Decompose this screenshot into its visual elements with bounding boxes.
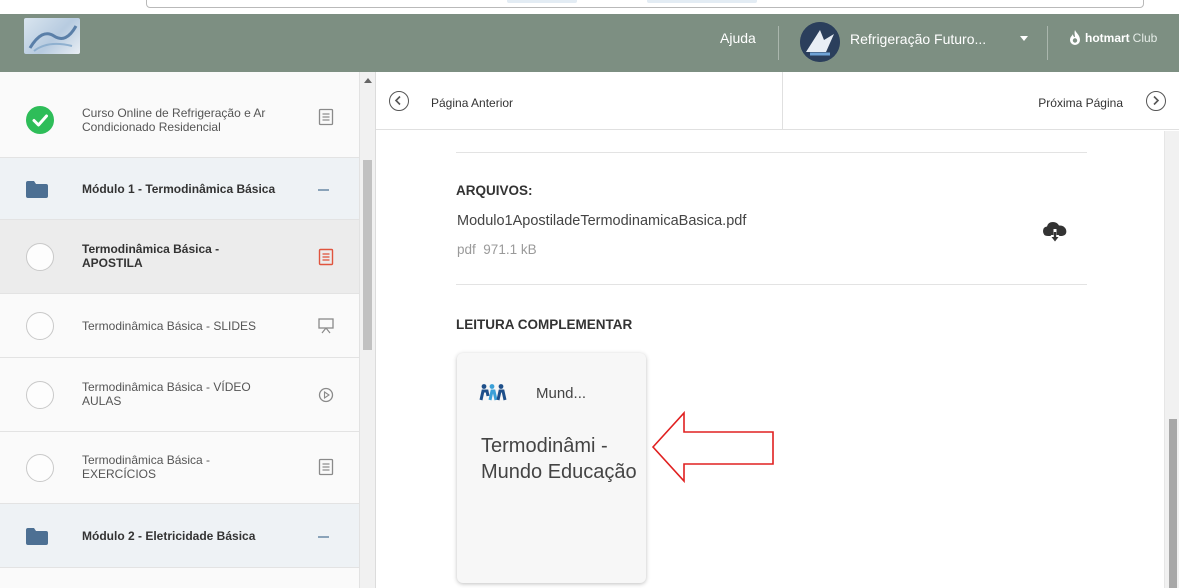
browser-address-bar-strip [0,0,1179,14]
lesson-item[interactable]: Termodinâmica Básica - VÍDEO AULAS [0,358,359,432]
content-scrollbar[interactable] [1164,131,1179,588]
account-avatar[interactable] [800,22,840,62]
incomplete-status-icon [26,381,54,409]
lesson-title: Termodinâmica Básica - VÍDEO AULAS [82,380,251,408]
brand-name: hotmart [1085,31,1130,45]
next-page-button[interactable]: Próxima Página [782,72,1179,130]
folder-icon [26,528,48,545]
file-meta: pdf 971.1 kB [457,242,537,257]
cloud-download-icon[interactable] [1042,220,1068,244]
previous-page-label: Página Anterior [431,96,514,110]
module-header[interactable]: Módulo 2 - Eletricidade Básica [0,504,359,568]
collapse-icon[interactable] [318,536,329,538]
site-name: Mund... [536,385,587,402]
chevron-left-icon [389,91,409,111]
lesson-title: Termodinâmica Básica - APOSTILA [82,242,220,270]
sidebar-scrollbar[interactable] [359,72,375,588]
lesson-item[interactable]: Curso Online de Refrigeração e Ar Condic… [0,72,359,158]
collapse-icon[interactable] [318,189,329,191]
lesson-item-active[interactable]: Termodinâmica Básica - APOSTILA [0,220,359,294]
chevron-down-icon[interactable] [1020,36,1028,41]
divider [778,26,779,60]
document-icon [318,458,334,476]
lesson-title: Curso Online de Refrigeração e Ar Condic… [82,106,266,134]
module-title: Módulo 2 - Eletricidade Básica [82,529,256,543]
play-icon [318,387,334,403]
incomplete-status-icon [26,312,54,340]
scrollbar-thumb[interactable] [363,160,372,350]
help-link[interactable]: Ajuda [720,30,756,46]
folder-icon [26,181,48,198]
lesson-sidebar: Curso Online de Refrigeração e Ar Condic… [0,72,359,588]
address-bar[interactable] [146,0,1144,8]
previous-page-button[interactable]: Página Anterior [376,72,781,130]
next-page-label: Próxima Página [1038,96,1123,110]
hotmart-club-logo[interactable]: hotmart Club [1068,30,1157,46]
lesson-title: Termodinâmica Básica - SLIDES [82,319,257,333]
link-card-title: Termodinâmi - Mundo Educação [481,435,637,483]
lesson-title: Termodinâmica Básica - EXERCÍCIOS [82,453,211,481]
chevron-right-icon [1146,91,1166,111]
file-name[interactable]: Modulo1ApostiladeTermodinamicaBasica.pdf [457,213,746,229]
lesson-content: ARQUIVOS: Modulo1ApostiladeTermodinamica… [376,131,1164,588]
brand-suffix: Club [1132,31,1158,45]
file-type: pdf [457,242,476,257]
lesson-item[interactable]: Termodinâmica Básica - EXERCÍCIOS [0,432,359,504]
incomplete-status-icon [26,243,54,271]
course-logo[interactable] [24,18,80,54]
files-section-title: ARQUIVOS: [456,183,533,198]
module-title: Módulo 1 - Termodinâmica Básica [82,182,276,196]
account-name[interactable]: Refrigeração Futuro... [850,31,986,47]
lesson-item[interactable]: Termodinâmica Básica - SLIDES [0,294,359,358]
lesson-pager: Página Anterior Próxima Página [376,72,1179,130]
top-navigation-bar: Ajuda Refrigeração Futuro... hotmart Clu… [0,14,1179,72]
completed-check-icon [26,106,54,134]
divider [456,152,1087,153]
document-icon [318,108,334,126]
flame-icon [1070,30,1080,45]
scrollbar-thumb[interactable] [1169,419,1177,588]
link-preview-card[interactable]: Mund... Termodinâmi - Mundo Educação [457,353,646,583]
site-favicon-icon [479,384,507,401]
incomplete-status-icon [26,454,54,482]
document-icon [318,248,334,266]
divider [1047,26,1048,60]
red-arrow-annotation-icon [651,410,774,484]
presentation-icon [318,318,334,334]
reading-section-title: LEITURA COMPLEMENTAR [456,317,633,332]
module-header[interactable]: Módulo 1 - Termodinâmica Básica [0,158,359,220]
scroll-up-icon[interactable] [364,78,372,83]
file-size: 971.1 kB [483,242,537,257]
divider [456,284,1087,285]
